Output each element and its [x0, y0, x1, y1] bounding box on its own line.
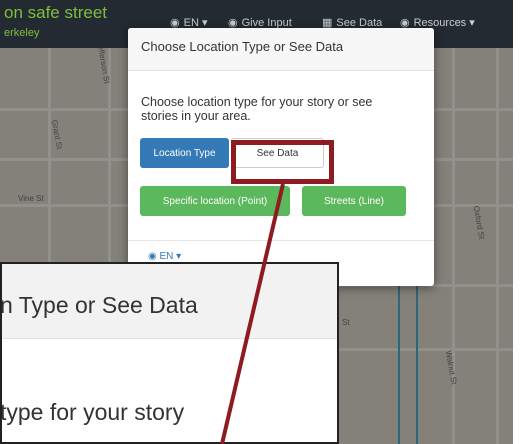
annotation-arrow	[220, 183, 285, 444]
annotation-arrow-line	[220, 183, 285, 444]
